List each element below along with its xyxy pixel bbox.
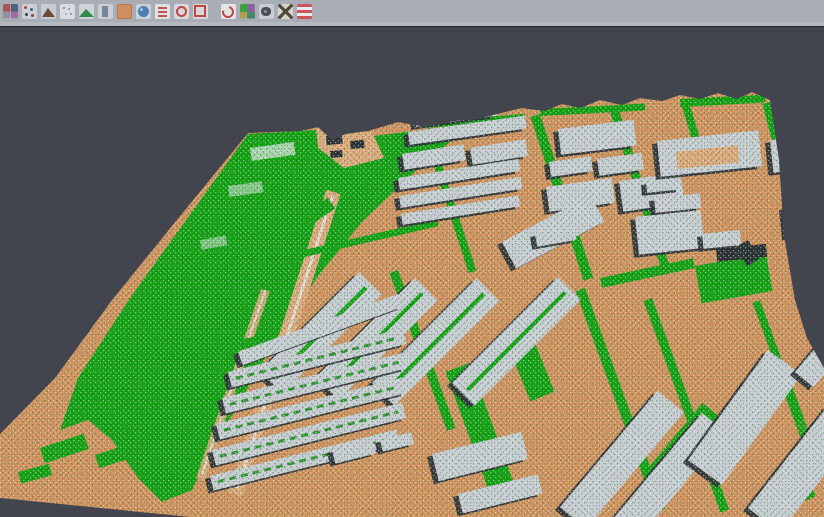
lasso-segment-button[interactable] xyxy=(220,2,237,20)
lasso-segment-icon xyxy=(221,4,236,19)
target-circle-icon xyxy=(174,4,189,19)
crop-selection-icon xyxy=(193,4,208,19)
orthoimage-icon xyxy=(117,4,132,19)
toolbar-edge xyxy=(0,22,824,27)
terrain-green-icon xyxy=(79,4,94,19)
mesh-blob-button[interactable] xyxy=(258,2,275,20)
flag-stripes-button[interactable] xyxy=(296,2,313,20)
classification-grid-button[interactable] xyxy=(2,2,19,20)
globe-button[interactable] xyxy=(135,2,152,20)
scatter-points-icon xyxy=(22,4,37,19)
profile-column-icon xyxy=(98,4,113,19)
target-circle-button[interactable] xyxy=(173,2,190,20)
sparse-points-icon xyxy=(60,4,75,19)
terrain-green-button[interactable] xyxy=(78,2,95,20)
mesh-blob-icon xyxy=(259,4,274,19)
scatter-points-button[interactable] xyxy=(21,2,38,20)
profile-column-button[interactable] xyxy=(97,2,114,20)
log-list-icon xyxy=(155,4,170,19)
sparse-points-button[interactable] xyxy=(59,2,76,20)
classification-grid-icon xyxy=(3,4,18,19)
class-colors-icon xyxy=(240,4,255,19)
flag-stripes-icon xyxy=(297,4,312,19)
orthoimage-button[interactable] xyxy=(116,2,133,20)
point-cloud-scene xyxy=(0,0,824,517)
log-list-button[interactable] xyxy=(154,2,171,20)
globe-icon xyxy=(136,4,151,19)
3d-viewport[interactable] xyxy=(0,0,824,517)
main-toolbar xyxy=(0,0,824,22)
delete-cross-icon xyxy=(278,4,293,19)
crop-selection-button[interactable] xyxy=(192,2,209,20)
dem-mountain-button[interactable] xyxy=(40,2,57,20)
class-colors-button[interactable] xyxy=(239,2,256,20)
dem-mountain-icon xyxy=(41,4,56,19)
delete-cross-button[interactable] xyxy=(277,2,294,20)
